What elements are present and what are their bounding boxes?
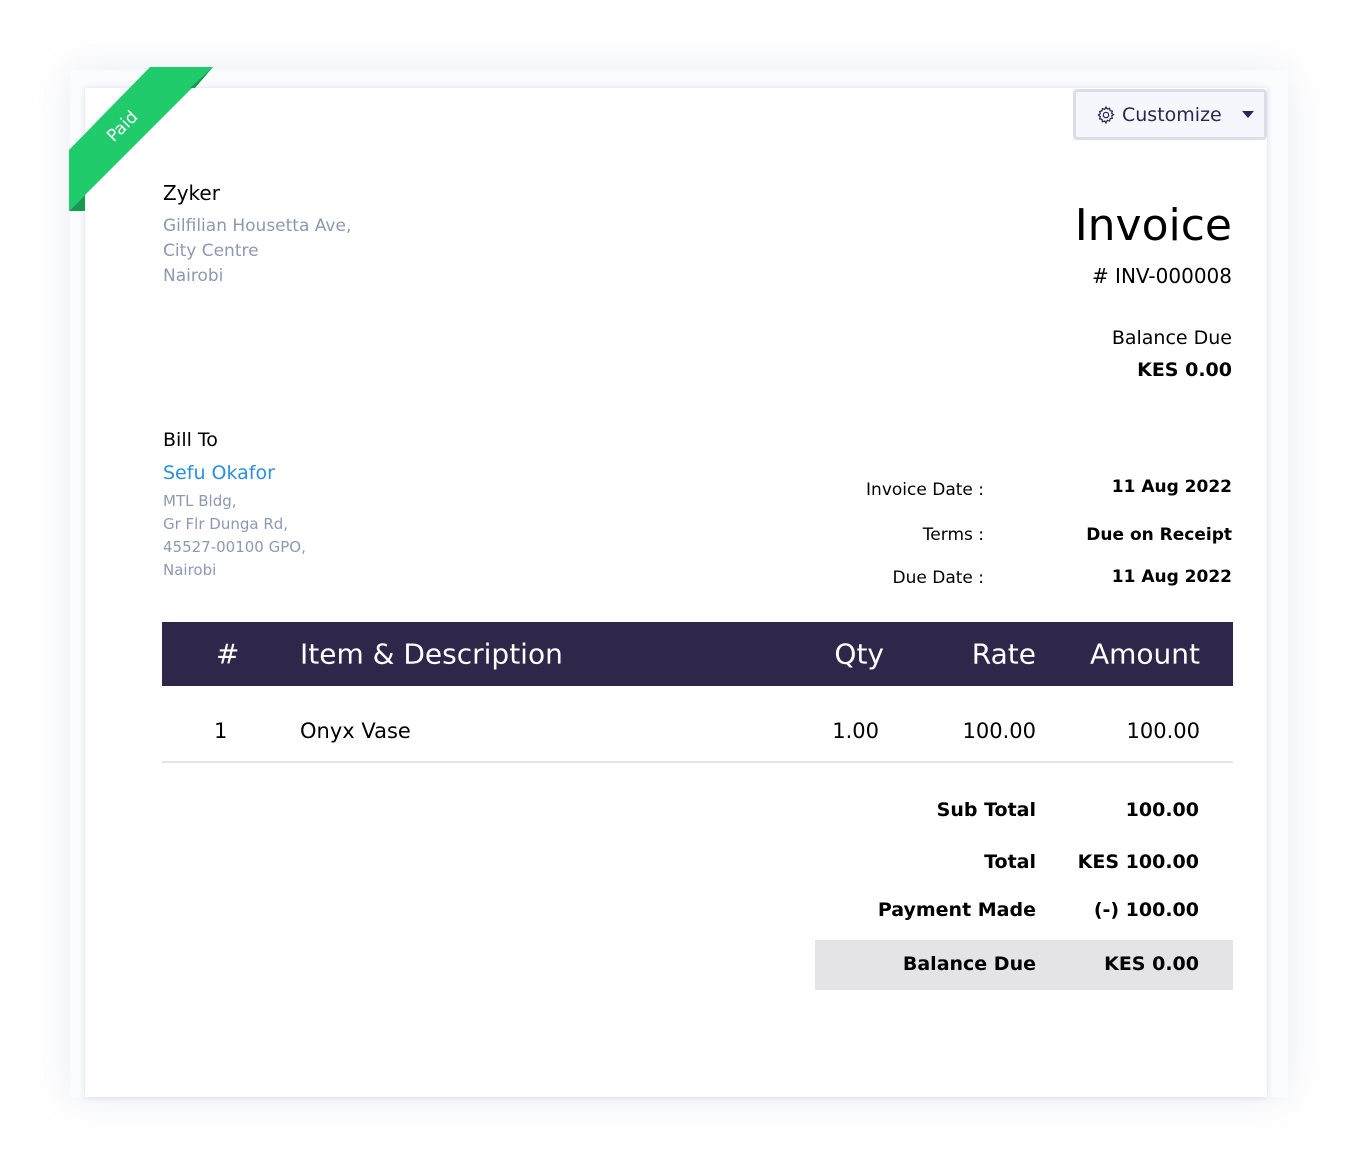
customize-button[interactable]: Customize [1073, 89, 1267, 140]
invoice-date-value: 11 Aug 2022 [1111, 477, 1232, 497]
address-line: Nairobi [163, 266, 224, 286]
col-amount: Amount [1089, 637, 1200, 671]
address-line: Gilfilian Housetta Ave, [163, 216, 352, 236]
org-address: Gilfilian Housetta Ave, City Centre Nair… [163, 214, 351, 289]
due-date-value: 11 Aug 2022 [1111, 567, 1232, 587]
row-amount: 100.00 [1126, 718, 1200, 743]
col-number: # [216, 637, 240, 671]
row-rate: 100.00 [962, 718, 1036, 743]
balance-due-total-value: KES 0.00 [1104, 953, 1199, 975]
gear-icon [1097, 105, 1115, 124]
address-line: Nairobi [163, 561, 217, 579]
table-row: 1 Onyx Vase 1.00 100.00 100.00 [162, 700, 1233, 763]
row-number: 1 [214, 718, 228, 743]
invoice-title: Invoice [1074, 200, 1232, 251]
invoice-date-label: Invoice Date : [866, 480, 984, 500]
terms-label: Terms : [922, 525, 984, 545]
items-table-header: # Item & Description Qty Rate Amount [162, 622, 1233, 686]
address-line: City Centre [163, 241, 259, 261]
col-item: Item & Description [300, 637, 563, 671]
customize-label: Customize [1122, 103, 1222, 126]
invoice-number: # INV-000008 [1091, 264, 1232, 288]
chevron-down-icon [1241, 111, 1254, 118]
sub-total-value: 100.00 [1125, 799, 1199, 821]
sub-total-label: Sub Total [936, 799, 1036, 821]
total-value: KES 100.00 [1077, 851, 1199, 873]
customer-name-link[interactable]: Sefu Okafor [163, 462, 275, 484]
row-qty: 1.00 [832, 718, 879, 743]
bill-to-address: MTL Bldg, Gr Flr Dunga Rd, 45527-00100 G… [163, 490, 306, 582]
balance-due-label: Balance Due [1111, 327, 1232, 349]
terms-value: Due on Receipt [1086, 525, 1232, 545]
org-name: Zyker [163, 181, 220, 205]
bill-to-label: Bill To [163, 429, 218, 451]
address-line: Gr Flr Dunga Rd, [163, 515, 289, 533]
due-date-label: Due Date : [892, 568, 985, 588]
col-rate: Rate [971, 637, 1036, 671]
address-line: MTL Bldg, [163, 492, 237, 510]
payment-made-value: (-) 100.00 [1093, 899, 1199, 921]
balance-due-total-label: Balance Due [902, 953, 1036, 975]
col-qty: Qty [834, 637, 884, 671]
row-item: Onyx Vase [300, 718, 411, 743]
payment-made-label: Payment Made [877, 899, 1036, 921]
total-label: Total [984, 851, 1036, 873]
balance-due-value: KES 0.00 [1137, 359, 1232, 381]
address-line: 45527-00100 GPO, [163, 538, 306, 556]
